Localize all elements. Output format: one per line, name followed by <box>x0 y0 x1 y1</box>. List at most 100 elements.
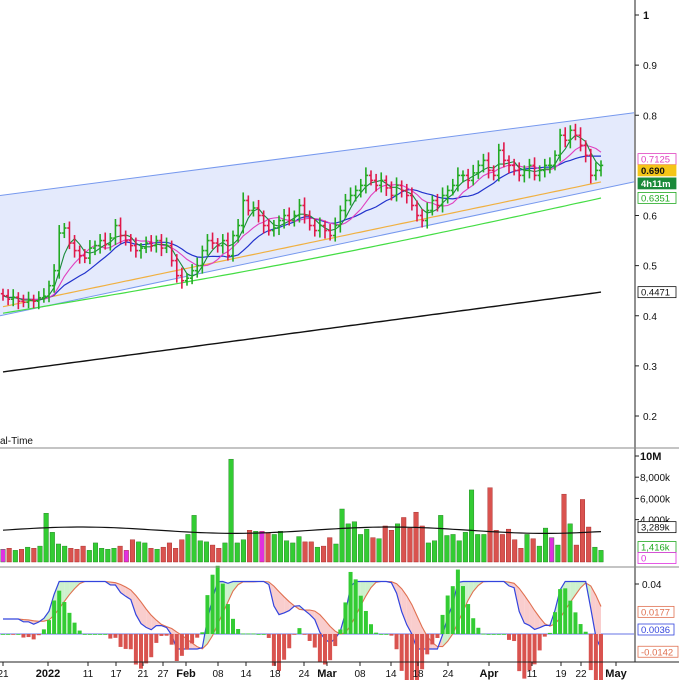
x-tick-label: 08 <box>212 669 224 680</box>
volume-bar <box>561 493 567 563</box>
x-tick-label: 14 <box>240 669 252 680</box>
price-tick-label: 0.4 <box>643 312 657 323</box>
macd-histogram-bar <box>384 634 389 635</box>
macd-histogram-bar <box>149 634 154 658</box>
volume-bar <box>321 545 327 563</box>
volume-bar <box>444 535 450 563</box>
volume-bar <box>475 534 481 563</box>
ma-black-line <box>2 291 602 373</box>
volume-bar <box>247 530 253 563</box>
macd-histogram-bar <box>445 595 450 634</box>
volume-bar <box>228 458 234 563</box>
volume-bar <box>136 541 142 563</box>
macd-histogram-bar <box>261 634 266 635</box>
macd-histogram-bar <box>307 634 312 641</box>
volume-bar <box>345 523 351 563</box>
macd-histogram-bar <box>527 634 532 671</box>
macd-histogram-bar <box>302 634 307 635</box>
macd-histogram-bar <box>190 634 195 644</box>
macd-histogram-bar <box>507 634 511 640</box>
macd-histogram-bar <box>11 634 16 635</box>
volume-bar <box>493 530 499 563</box>
volume-bar <box>86 550 92 563</box>
volume-bar <box>481 534 487 563</box>
macd-histogram-bar <box>450 586 455 634</box>
x-tick-label: 24 <box>442 669 454 680</box>
macd-histogram-bar <box>481 633 486 635</box>
macd-histogram-bar <box>553 612 557 634</box>
volume-bar <box>55 543 61 563</box>
macd-histogram-bar <box>297 628 302 634</box>
macd-histogram-bar <box>466 604 471 634</box>
volume-bar <box>358 534 364 563</box>
volume-bar <box>12 550 18 563</box>
volume-bar <box>203 541 209 563</box>
x-tick-label: Feb <box>176 668 196 680</box>
volume-bar <box>6 548 12 563</box>
macd-fill-segment <box>69 581 75 595</box>
macd-histogram-bar <box>461 586 465 634</box>
macd-histogram-bar <box>277 634 281 671</box>
macd-histogram-bar <box>195 634 200 638</box>
macd-histogram-bar <box>123 634 128 649</box>
volume-bar <box>62 545 68 563</box>
volume-bar <box>179 539 185 563</box>
volume-bar <box>549 537 555 563</box>
volume-bar <box>173 548 179 563</box>
volume-bar <box>339 508 345 563</box>
macd-histogram-bar <box>26 634 31 638</box>
volume-panel <box>0 458 604 563</box>
stock-chart[interactable]: 1 0.9 0.8 0.6 0.5 0.4 0.3 0.2 0.71250.690 4h11m 0.… <box>0 0 679 680</box>
volume-bar <box>333 543 339 563</box>
volume-bar <box>450 534 456 563</box>
macd-tag-label: -0.0142 <box>641 647 673 658</box>
macd-histogram-bar <box>501 634 506 635</box>
macd-histogram-bar <box>542 634 547 637</box>
x-tick-label: Mar <box>317 668 337 680</box>
volume-bar <box>290 542 296 563</box>
macd-histogram-bar <box>317 634 322 663</box>
x-tick-label: 14 <box>385 669 397 680</box>
macd-histogram-bar <box>31 634 36 640</box>
macd-histogram-bar <box>512 634 517 642</box>
volume-bar <box>592 546 598 563</box>
macd-histogram-bar <box>292 634 297 635</box>
macd-histogram-bar <box>225 604 230 634</box>
x-tick-label: 11 <box>527 669 538 680</box>
macd-histogram-bar <box>496 634 501 635</box>
macd-histogram-bar <box>103 634 108 635</box>
macd-histogram-bar <box>343 602 348 634</box>
volume-bar <box>284 540 290 563</box>
volume-bar <box>129 539 135 563</box>
x-tick-label: 19 <box>555 669 567 680</box>
volume-bar <box>401 517 407 563</box>
volume-bar <box>555 544 561 563</box>
macd-fill-segment <box>279 591 285 615</box>
x-tick-label: May <box>605 668 627 680</box>
volume-bar <box>197 540 203 563</box>
x-tick-label: Apr <box>480 668 500 680</box>
price-tick-label: 1 <box>643 10 649 22</box>
macd-histogram-bar <box>328 634 333 661</box>
volume-bar <box>512 539 518 563</box>
price-tick-label: 0.2 <box>643 412 657 423</box>
macd-line <box>3 580 602 650</box>
macd-histogram-bar <box>185 634 189 650</box>
macd-histogram-bar <box>266 634 271 638</box>
macd-tag-label: 0.0036 <box>641 625 670 636</box>
volume-bar <box>43 513 49 563</box>
price-tick-label: 0.5 <box>643 262 657 273</box>
macd-histogram-bar <box>430 634 435 645</box>
macd-histogram-bar <box>36 634 41 636</box>
volume-bar <box>0 549 6 563</box>
macd-histogram-bar <box>522 634 527 679</box>
macd-tick-label: 0.04 <box>642 580 662 591</box>
macd-histogram-bar <box>236 628 241 634</box>
volume-bar <box>376 538 382 563</box>
x-tick-label: 17 <box>110 669 122 680</box>
price-tag-label: 0.7125 <box>641 155 670 166</box>
x-tick-label: 21 <box>137 669 149 680</box>
volume-bar <box>99 548 105 563</box>
x-tick-label: 11 <box>83 669 94 680</box>
macd-histogram-bar <box>420 634 425 670</box>
